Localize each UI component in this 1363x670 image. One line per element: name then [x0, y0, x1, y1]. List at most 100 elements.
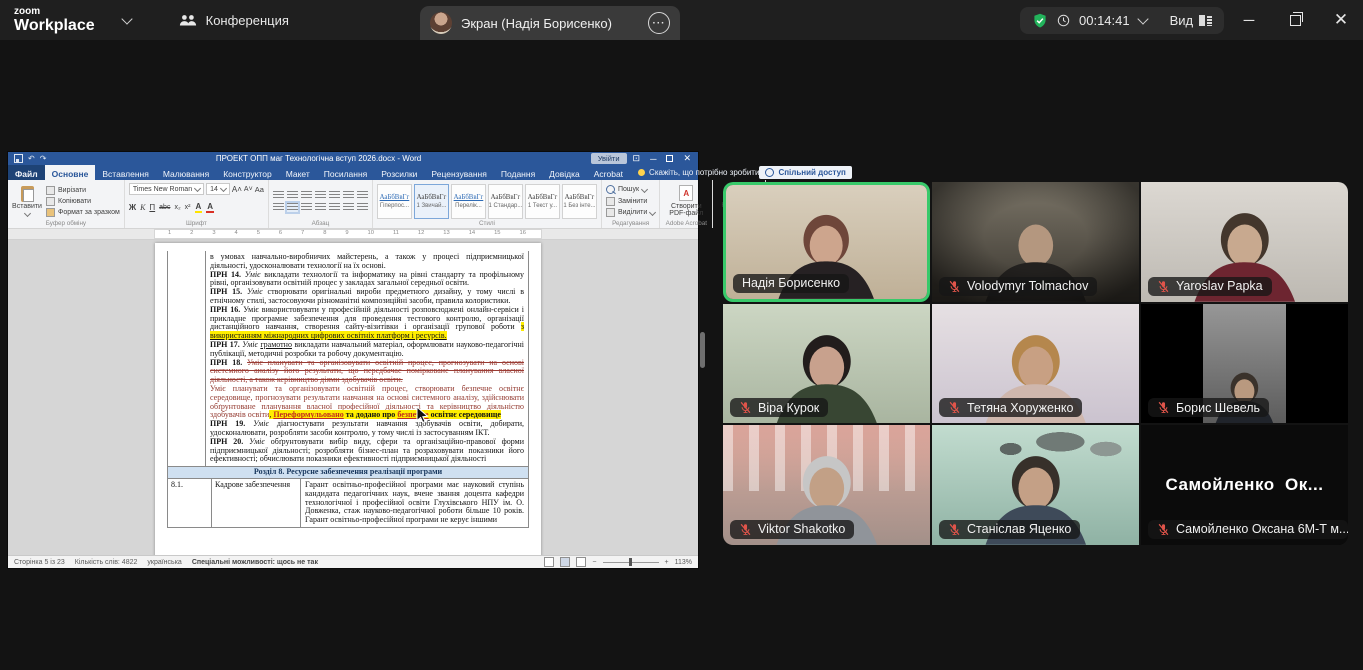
style-card[interactable]: АаБбВвГг1 Звичай... — [414, 184, 449, 219]
word-tab[interactable]: Конструктор — [216, 165, 278, 180]
word-tab[interactable]: Подання — [494, 165, 542, 180]
word-tab[interactable]: Рецензування — [424, 165, 493, 180]
show-paragraph-marks-icon[interactable] — [357, 191, 368, 200]
format-painter-button[interactable]: Формат за зразком — [46, 208, 120, 217]
subscript-button[interactable]: x₂ — [174, 204, 180, 211]
tab-more-options-button[interactable]: ··· — [648, 12, 670, 34]
redo-icon[interactable]: ↷ — [40, 154, 47, 163]
numbered-list-icon[interactable] — [287, 191, 298, 200]
increase-indent-icon[interactable] — [329, 191, 340, 200]
word-tab[interactable]: Посилання — [317, 165, 375, 180]
align-center-icon[interactable] — [287, 203, 298, 212]
style-card[interactable]: АаБбВвГгПерелік... — [451, 184, 486, 219]
bold-button[interactable]: Ж — [129, 203, 136, 212]
quick-access-toolbar[interactable]: ↶ ↷ — [14, 154, 46, 163]
view-button[interactable]: Вид — [1170, 13, 1213, 28]
word-tab[interactable]: Малювання — [156, 165, 216, 180]
style-card[interactable]: АаБбВвГг1 Текст у... — [525, 184, 560, 219]
font-size-select[interactable]: 14 — [206, 183, 230, 195]
strikethrough-button[interactable]: abc — [159, 204, 170, 211]
copy-button[interactable]: Копіювати — [46, 197, 120, 206]
word-tab[interactable]: Файл — [8, 165, 45, 180]
security-shield-icon[interactable] — [1032, 13, 1048, 29]
create-pdf-button[interactable]: Створити PDF-файл — [664, 183, 708, 219]
shrink-font-button[interactable]: А˅ — [244, 186, 253, 193]
workspace-chevron-down-icon[interactable] — [121, 13, 132, 24]
share-button[interactable]: Спільний доступ — [759, 166, 851, 179]
shared-screen-scrollbar[interactable] — [700, 332, 705, 368]
sort-icon[interactable] — [343, 191, 354, 200]
save-icon[interactable] — [14, 154, 23, 163]
font-name-select[interactable]: Times New Roman — [129, 183, 204, 195]
window-minimize-button[interactable]: ─ — [1232, 0, 1266, 40]
shading-icon[interactable] — [343, 203, 354, 212]
paste-label: Вставити — [12, 203, 42, 210]
select-button[interactable]: Виділити — [606, 208, 655, 217]
word-minimize-icon[interactable]: ─ — [650, 154, 656, 164]
multilevel-list-icon[interactable] — [301, 191, 312, 200]
participant-tile[interactable]: Борис Шевель — [1141, 304, 1348, 424]
undo-icon[interactable]: ↶ — [28, 154, 35, 163]
participant-tile[interactable]: Viktor Shakotko — [723, 425, 930, 545]
word-tab[interactable]: Розсилки — [374, 165, 424, 180]
read-mode-icon[interactable] — [544, 557, 554, 567]
participant-tile[interactable]: Надія Борисенко — [723, 182, 930, 302]
word-signin-button[interactable]: Увійти — [591, 153, 627, 164]
status-words[interactable]: Кількість слів: 4822 — [75, 559, 138, 566]
style-card[interactable]: АаБбВвГг1 Стандар... — [488, 184, 523, 219]
window-close-button[interactable]: ✕ — [1324, 0, 1358, 40]
find-button[interactable]: Пошук — [606, 185, 655, 194]
decrease-indent-icon[interactable] — [315, 191, 326, 200]
participant-tile[interactable]: Yaroslav Papka — [1141, 182, 1348, 302]
word-tab[interactable]: Acrobat — [587, 165, 630, 180]
status-language[interactable]: українська — [147, 559, 181, 566]
web-layout-icon[interactable] — [576, 557, 586, 567]
zoom-slider[interactable] — [603, 562, 659, 563]
view-label: Вид — [1170, 13, 1194, 28]
document-canvas[interactable]: в умовах навчально-виробничих майстерень… — [8, 240, 698, 555]
justify-icon[interactable] — [315, 203, 326, 212]
zoom-in-icon[interactable]: + — [665, 559, 669, 566]
underline-button[interactable]: П — [149, 203, 155, 212]
borders-icon[interactable] — [357, 203, 368, 212]
highlight-color-button[interactable]: А — [195, 202, 203, 213]
tab-meeting[interactable]: Конференция — [179, 13, 289, 28]
word-tab[interactable]: Макет — [279, 165, 317, 180]
word-restore-icon[interactable] — [666, 155, 673, 162]
replace-button[interactable]: Замінити — [606, 197, 655, 206]
document-page[interactable]: в умовах навчально-виробничих майстерень… — [155, 243, 541, 555]
superscript-button[interactable]: x² — [185, 204, 191, 211]
zoom-slider-thumb[interactable] — [629, 558, 632, 566]
style-card[interactable]: АаБбВвГгГіперпос... — [377, 184, 412, 219]
word-close-icon[interactable]: ✕ — [683, 153, 691, 164]
tell-me-box[interactable]: Скажіть, що потрібно зробити — [638, 165, 759, 180]
word-tab[interactable]: Довідка — [542, 165, 587, 180]
align-left-icon[interactable] — [273, 203, 284, 212]
font-color-button[interactable]: А — [206, 202, 214, 213]
status-accessibility[interactable]: Спеціальні можливості: щось не так — [192, 559, 318, 566]
print-layout-icon[interactable] — [560, 557, 570, 567]
align-right-icon[interactable] — [301, 203, 312, 212]
word-tab[interactable]: Вставлення — [95, 165, 155, 180]
timer-chevron-down-icon[interactable] — [1137, 13, 1148, 24]
style-card[interactable]: АаБбВвГг1 Без інте... — [562, 184, 597, 219]
bullet-list-icon[interactable] — [273, 191, 284, 200]
participant-tile[interactable]: Віра Курок — [723, 304, 930, 424]
zoom-percentage[interactable]: 113% — [675, 559, 692, 566]
word-tab[interactable]: Основне — [45, 165, 96, 180]
cut-button[interactable]: Вирізати — [46, 186, 120, 195]
participant-tile[interactable]: Тетяна Хоруженко — [932, 304, 1139, 424]
zoom-out-icon[interactable]: − — [592, 559, 596, 566]
participant-tile[interactable]: Самойленко Ок... Самойленко Оксана 6М-Т … — [1141, 425, 1348, 545]
italic-button[interactable]: К — [140, 203, 145, 212]
grow-font-button[interactable]: А˄ — [232, 185, 242, 194]
change-case-button[interactable]: Аа — [255, 185, 264, 194]
status-page[interactable]: Сторінка 5 із 23 — [14, 559, 65, 566]
participant-tile[interactable]: Volodymyr Tolmachov — [932, 182, 1139, 302]
tab-shared-screen[interactable]: Экран (Надія Борисенко) ··· — [420, 6, 680, 40]
paste-button[interactable]: Вставити — [12, 183, 42, 219]
line-spacing-icon[interactable] — [329, 203, 340, 212]
ribbon-display-options-icon[interactable]: ⊡ — [633, 153, 641, 164]
window-restore-button[interactable] — [1278, 0, 1312, 40]
participant-tile[interactable]: Станіслав Яценко — [932, 425, 1139, 545]
